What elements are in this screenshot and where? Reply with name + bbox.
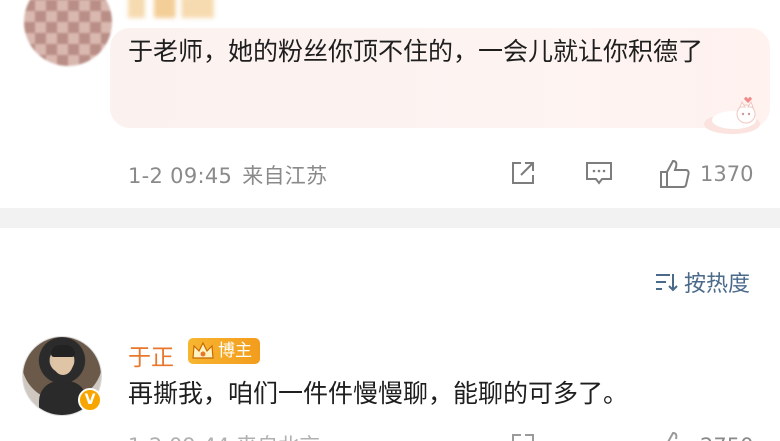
- comment-location: 来自江苏: [242, 164, 328, 188]
- like-button[interactable]: 2750: [658, 430, 753, 441]
- share-icon: [512, 434, 534, 441]
- share-button[interactable]: [508, 430, 538, 441]
- sort-icon: [655, 274, 678, 292]
- comment-meta-cropped: 1-2 09:44 来自北京: [128, 430, 320, 441]
- author-name[interactable]: 于正: [128, 338, 174, 372]
- comment-text: 于老师，她的粉丝你顶不住的，一会儿就让你积德了: [128, 37, 704, 66]
- commenter-name-obscured[interactable]: [128, 0, 214, 18]
- comment-icon: [586, 162, 612, 185]
- comment-button[interactable]: [584, 158, 614, 188]
- host-badge-label: 博主: [218, 341, 252, 361]
- thumbs-up-icon: [660, 159, 690, 188]
- host-badge: 博主: [188, 338, 260, 364]
- verified-badge: V: [78, 388, 102, 412]
- like-button[interactable]: 1370: [658, 158, 753, 190]
- comment-date: 1-2 09:45: [128, 164, 233, 188]
- thumbs-up-icon: [667, 431, 678, 441]
- comment-text: 再撕我，咱们一件件慢慢聊，能聊的可多了。: [128, 379, 629, 408]
- sort-by-hot-button[interactable]: 按热度: [654, 266, 750, 298]
- like-count: 2750: [700, 434, 753, 441]
- section-divider: [0, 208, 780, 228]
- comment-meta: 1-2 09:45 来自江苏: [128, 160, 337, 190]
- like-count: 1370: [700, 162, 754, 186]
- cat-sticker-icon: [704, 97, 760, 134]
- share-icon: [512, 162, 534, 184]
- crown-icon: [192, 341, 214, 359]
- sort-label: 按热度: [683, 272, 750, 297]
- share-button[interactable]: [508, 158, 538, 188]
- commenter-avatar[interactable]: [24, 0, 112, 66]
